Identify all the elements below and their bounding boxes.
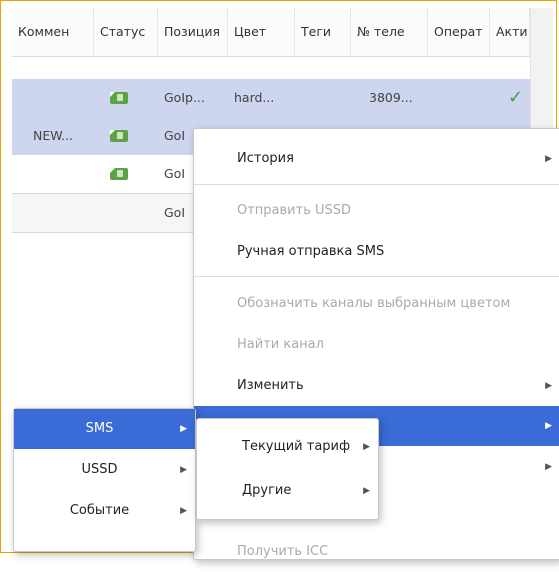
submenu-arrow-icon: ▶ — [363, 486, 370, 496]
menu-item-history[interactable]: История ▶ — [194, 139, 559, 179]
menu-item-label: История — [237, 151, 294, 166]
menu-item-label: Найти канал — [237, 337, 324, 352]
submenu-arrow-icon: ▶ — [363, 442, 370, 452]
column-header-comment[interactable]: Коммен — [12, 8, 94, 56]
column-header-operator[interactable]: Операт — [428, 8, 490, 56]
phone-cell: 3809... — [369, 90, 413, 105]
menu-item-label: Получить ICC — [237, 544, 329, 559]
table-header: Коммен Статус Позиция Цвет Теги № теле О… — [12, 8, 530, 57]
table-row[interactable]: GoIp... hard... 3809... ✓ — [12, 79, 530, 117]
menu-item-find-channel[interactable]: Найти канал — [194, 325, 559, 365]
sim-card-icon — [110, 168, 128, 180]
menu-item-other[interactable]: Другие ▶ — [197, 471, 378, 511]
menu-item-label: Ручная отправка SMS — [237, 244, 385, 259]
type-submenu: SMS ▶ USSD ▶ Событие ▶ — [13, 408, 196, 552]
column-header-position[interactable]: Позиция — [158, 8, 228, 56]
column-header-tags[interactable]: Теги — [295, 8, 351, 56]
sim-card-icon — [110, 92, 128, 104]
submenu-arrow-icon: ▶ — [545, 381, 552, 391]
menu-separator — [194, 276, 559, 277]
submenu-arrow-icon: ▶ — [180, 506, 187, 516]
menu-separator — [194, 184, 559, 185]
position-cell: GoIp... — [164, 90, 205, 105]
submenu-arrow-icon: ▶ — [180, 465, 187, 475]
menu-item-sms[interactable]: SMS ▶ — [14, 409, 195, 449]
submenu-arrow-icon: ▶ — [180, 424, 187, 434]
submenu-arrow-icon: ▶ — [545, 462, 552, 472]
comment-cell: NEW... — [33, 128, 74, 143]
menu-item-label: Изменить — [237, 378, 304, 393]
column-header-phone[interactable]: № теле — [351, 8, 428, 56]
position-cell: GoI — [164, 205, 186, 220]
color-cell: hard... — [234, 90, 275, 105]
submenu-arrow-icon: ▶ — [545, 154, 552, 164]
menu-item-event[interactable]: Событие ▶ — [14, 491, 195, 531]
menu-item-label: USSD — [81, 462, 118, 477]
menu-item-get-icc[interactable]: Получить ICC — [194, 532, 559, 572]
menu-item-label: SMS — [85, 421, 114, 436]
column-header-color[interactable]: Цвет — [228, 8, 295, 56]
menu-item-manual-sms[interactable]: Ручная отправка SMS — [194, 232, 559, 272]
menu-item-mark-color[interactable]: Обозначить каналы выбранным цветом — [194, 284, 559, 324]
menu-item-ussd[interactable]: USSD ▶ — [14, 450, 195, 490]
submenu-arrow-icon: ▶ — [545, 421, 552, 431]
menu-item-send-ussd[interactable]: Отправить USSD — [194, 191, 559, 231]
column-header-status[interactable]: Статус — [94, 8, 158, 56]
position-cell: GoI — [164, 128, 186, 143]
sim-card-icon — [110, 130, 128, 142]
menu-item-label: Отправить USSD — [237, 203, 352, 218]
menu-item-label: Другие — [242, 483, 292, 498]
checkmark-icon: ✓ — [508, 87, 524, 108]
menu-item-edit[interactable]: Изменить ▶ — [194, 366, 559, 406]
menu-item-label: Обозначить каналы выбранным цветом — [237, 296, 511, 311]
menu-item-label: Событие — [69, 503, 130, 518]
position-cell: GoI — [164, 166, 186, 181]
menu-item-label: Текущий тариф — [242, 439, 351, 454]
menu-item-current-tariff[interactable]: Текущий тариф ▶ — [197, 427, 378, 467]
tariff-submenu: Текущий тариф ▶ Другие ▶ — [196, 418, 379, 520]
column-header-active[interactable]: Акти — [490, 8, 530, 56]
